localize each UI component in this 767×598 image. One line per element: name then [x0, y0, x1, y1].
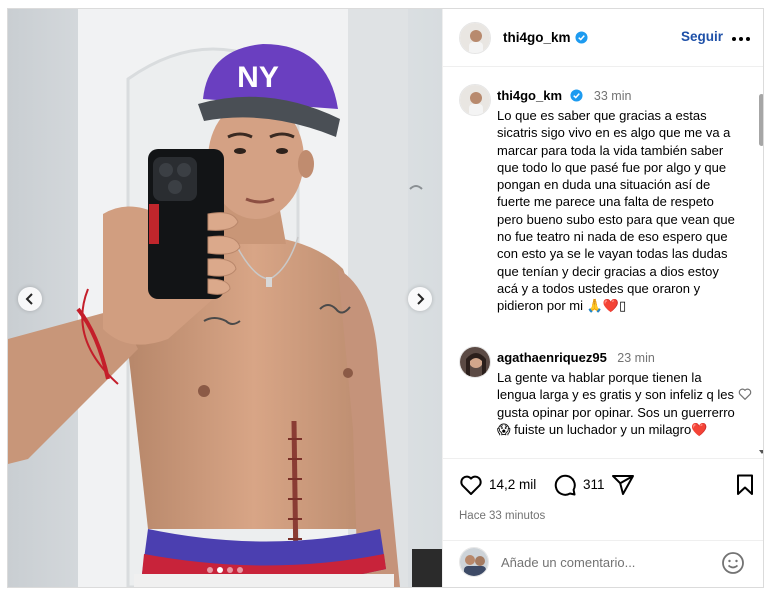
comment-like-heart-icon[interactable] [737, 386, 753, 402]
carousel-dot [227, 567, 233, 573]
heart-icon[interactable] [459, 473, 483, 497]
post-header: thi4go_km Seguir [443, 9, 763, 67]
carousel-prev-button[interactable] [18, 287, 42, 311]
comments-section[interactable]: thi4go_km 33 min Lo que es saber que gra… [443, 68, 763, 458]
carousel-dot-active [217, 567, 223, 573]
author-username[interactable]: thi4go_km [503, 30, 571, 45]
post-timestamp: Hace 33 minutos [459, 510, 546, 522]
caption-time: 33 min [593, 89, 632, 103]
post-side-panel: thi4go_km Seguir thi4go_km 33 min Lo que… [442, 9, 763, 587]
carousel-dot [207, 567, 213, 573]
avatar-image [460, 548, 488, 576]
comment-text: La gente va hablar porque tienen la leng… [497, 370, 735, 437]
add-comment-input[interactable] [501, 555, 701, 570]
chevron-left-icon [25, 293, 33, 305]
caption-body: thi4go_km 33 min Lo que es saber que gra… [497, 87, 743, 315]
caption-comment: thi4go_km 33 min Lo que es saber que gra… [459, 84, 749, 334]
author-avatar[interactable] [459, 21, 491, 54]
share-icon[interactable] [611, 473, 635, 497]
carousel-indicator [207, 567, 243, 573]
bookmark-icon[interactable] [733, 473, 757, 497]
likes-count[interactable]: 14,2 mil [489, 477, 536, 492]
carousel-dot [237, 567, 243, 573]
comments-scrollbar[interactable] [759, 94, 763, 146]
verified-badge-icon [570, 89, 584, 102]
add-comment-bar [443, 540, 763, 587]
mirror-selfie-image: NY [8, 9, 442, 587]
more-options-icon[interactable] [732, 37, 750, 41]
post-actions: 14,2 mil 311 Hace 33 minutos [443, 458, 763, 540]
follow-button[interactable]: Seguir [681, 29, 723, 44]
post-photo[interactable]: NY [8, 9, 442, 587]
comment-username[interactable]: agathaenriquez95 [497, 350, 607, 365]
svg-text:NY: NY [237, 61, 279, 94]
current-user-avatar [459, 547, 489, 577]
post-window: NY thi4go_km Seguir thi4go_km 33 min Lo … [7, 8, 764, 588]
comment-item: agathaenriquez95 23 min La gente va habl… [459, 346, 752, 456]
scroll-down-arrow-icon[interactable] [759, 450, 763, 454]
commenter-avatar[interactable] [459, 346, 491, 378]
caption-username[interactable]: thi4go_km [497, 88, 562, 103]
comment-icon[interactable] [553, 473, 577, 497]
carousel-next-button[interactable] [408, 287, 432, 311]
avatar-image [460, 347, 490, 377]
comment-body: agathaenriquez95 23 min La gente va habl… [497, 349, 743, 438]
comments-count[interactable]: 311 [583, 477, 605, 492]
emoji-icon[interactable] [721, 551, 745, 575]
avatar-image [460, 85, 490, 115]
caption-text: Lo que es saber que gracias a estas sica… [497, 108, 735, 314]
comment-time: 23 min [617, 351, 655, 365]
chevron-right-icon [417, 293, 425, 305]
avatar-image [460, 22, 490, 53]
author-avatar[interactable] [459, 84, 491, 116]
verified-badge-icon [574, 31, 588, 44]
